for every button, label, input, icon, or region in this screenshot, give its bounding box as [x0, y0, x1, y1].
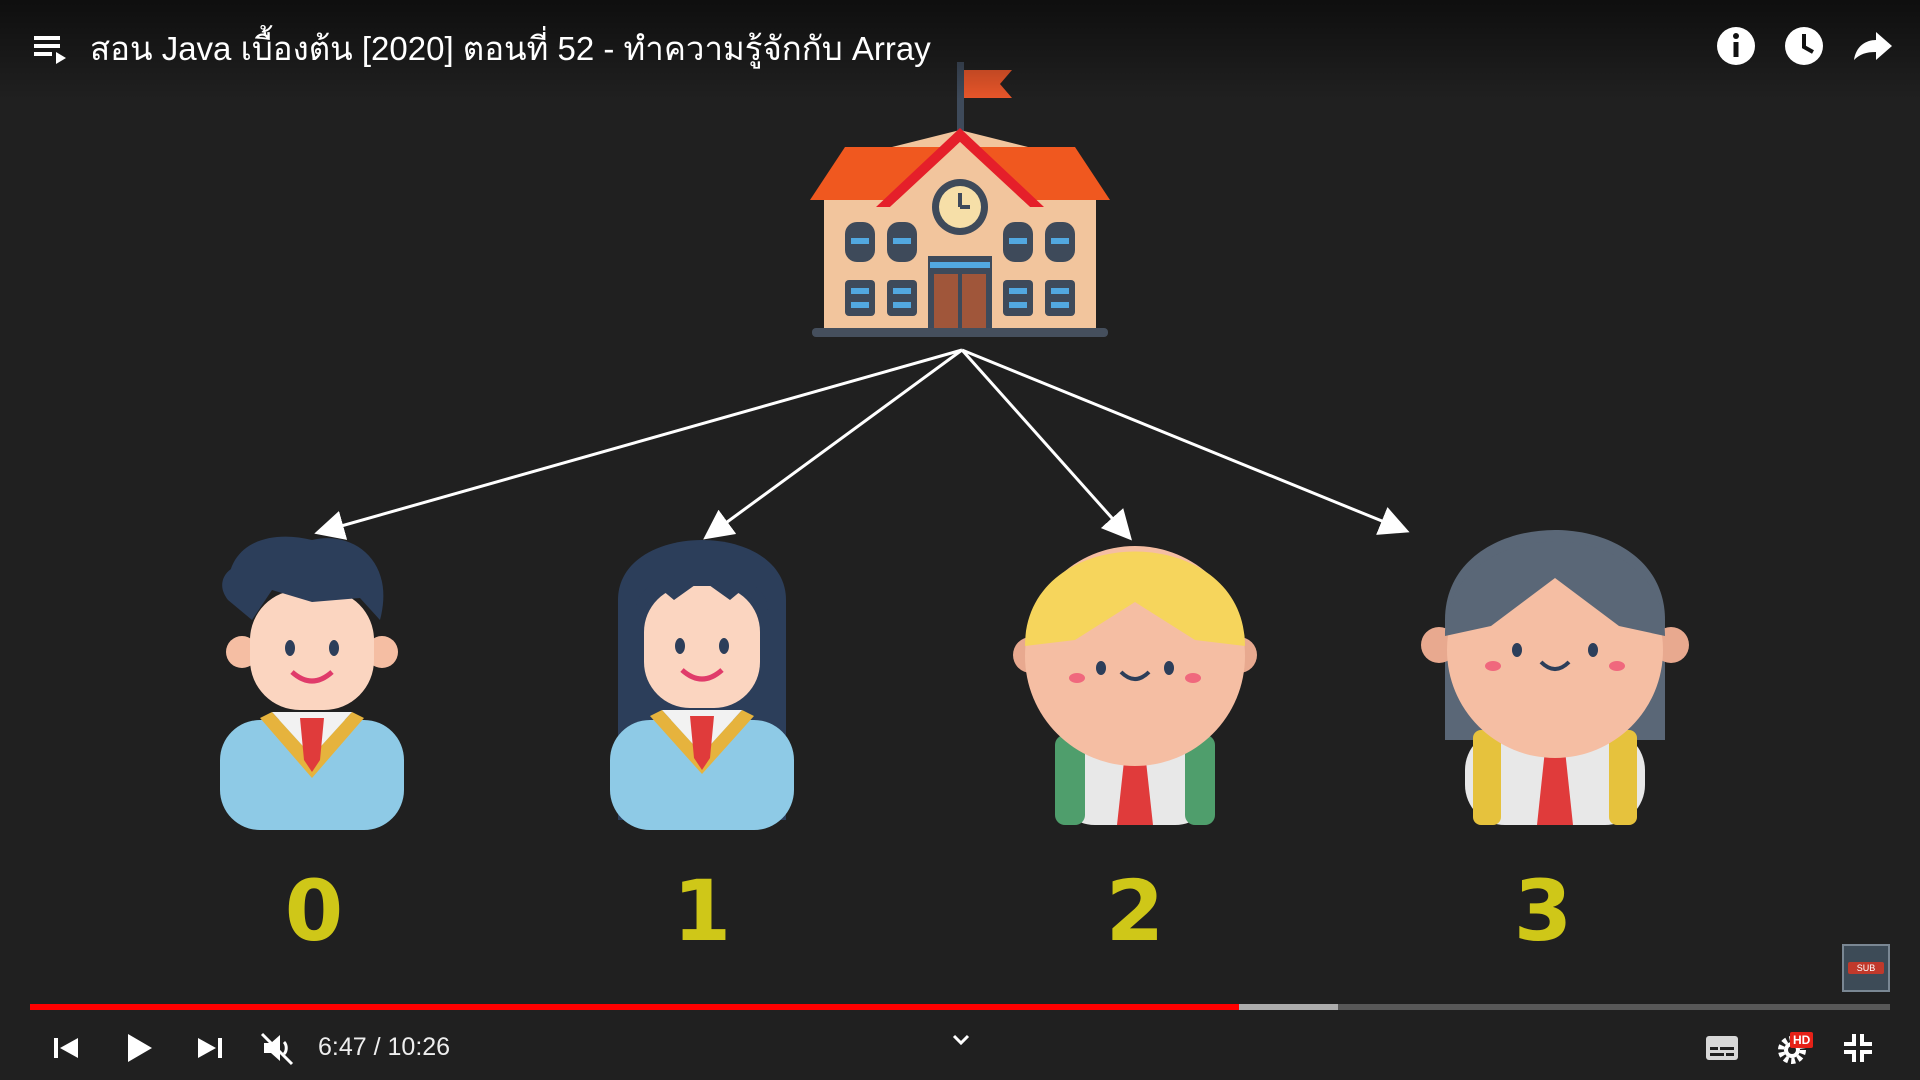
array-index-1-label: 1: [672, 862, 732, 960]
channel-watermark[interactable]: SUB: [1842, 944, 1890, 992]
video-player[interactable]: 0 1 2 3 สอน Java เบื้องต้น [2020] ตอนที่…: [0, 0, 1920, 1080]
student-boy-icon: [220, 536, 404, 830]
time-display: 6:47 / 10:26: [318, 1033, 450, 1062]
next-icon[interactable]: [186, 1024, 234, 1072]
student-girl-icon: [610, 540, 794, 830]
array-index-2-label: 2: [1105, 862, 1165, 960]
watermark-text: SUB: [1857, 963, 1876, 973]
time-current: 6:47: [318, 1033, 367, 1061]
subtitles-icon[interactable]: [1698, 1024, 1746, 1072]
progress-bar[interactable]: [30, 1004, 1890, 1010]
progress-played: [30, 1004, 1239, 1010]
player-top-bar: สอน Java เบื้องต้น [2020] ตอนที่ 52 - ทำ…: [0, 0, 1920, 100]
time-separator: /: [366, 1033, 388, 1061]
array-index-3-label: 3: [1513, 862, 1573, 960]
array-index-0-label: 0: [284, 862, 344, 960]
school-building-icon: [810, 62, 1110, 337]
video-frame-diagram: [220, 62, 1689, 830]
playlist-icon[interactable]: [28, 26, 72, 70]
hd-badge: HD: [1790, 1032, 1814, 1048]
info-icon[interactable]: [1710, 20, 1762, 72]
muted-volume-icon[interactable]: [254, 1024, 302, 1072]
chevron-down-icon[interactable]: [944, 1026, 978, 1056]
student-blond-kid-icon: [1013, 546, 1257, 825]
video-title[interactable]: สอน Java เบื้องต้น [2020] ตอนที่ 52 - ทำ…: [90, 22, 931, 75]
time-duration: 10:26: [387, 1033, 451, 1061]
connector-arrows: [314, 348, 1410, 541]
previous-icon[interactable]: [42, 1024, 90, 1072]
clock-icon[interactable]: [1778, 20, 1830, 72]
play-icon[interactable]: [114, 1024, 162, 1072]
share-icon[interactable]: [1846, 20, 1898, 72]
exit-fullscreen-icon[interactable]: [1834, 1024, 1882, 1072]
student-gray-haired-kid-icon: [1421, 530, 1689, 825]
